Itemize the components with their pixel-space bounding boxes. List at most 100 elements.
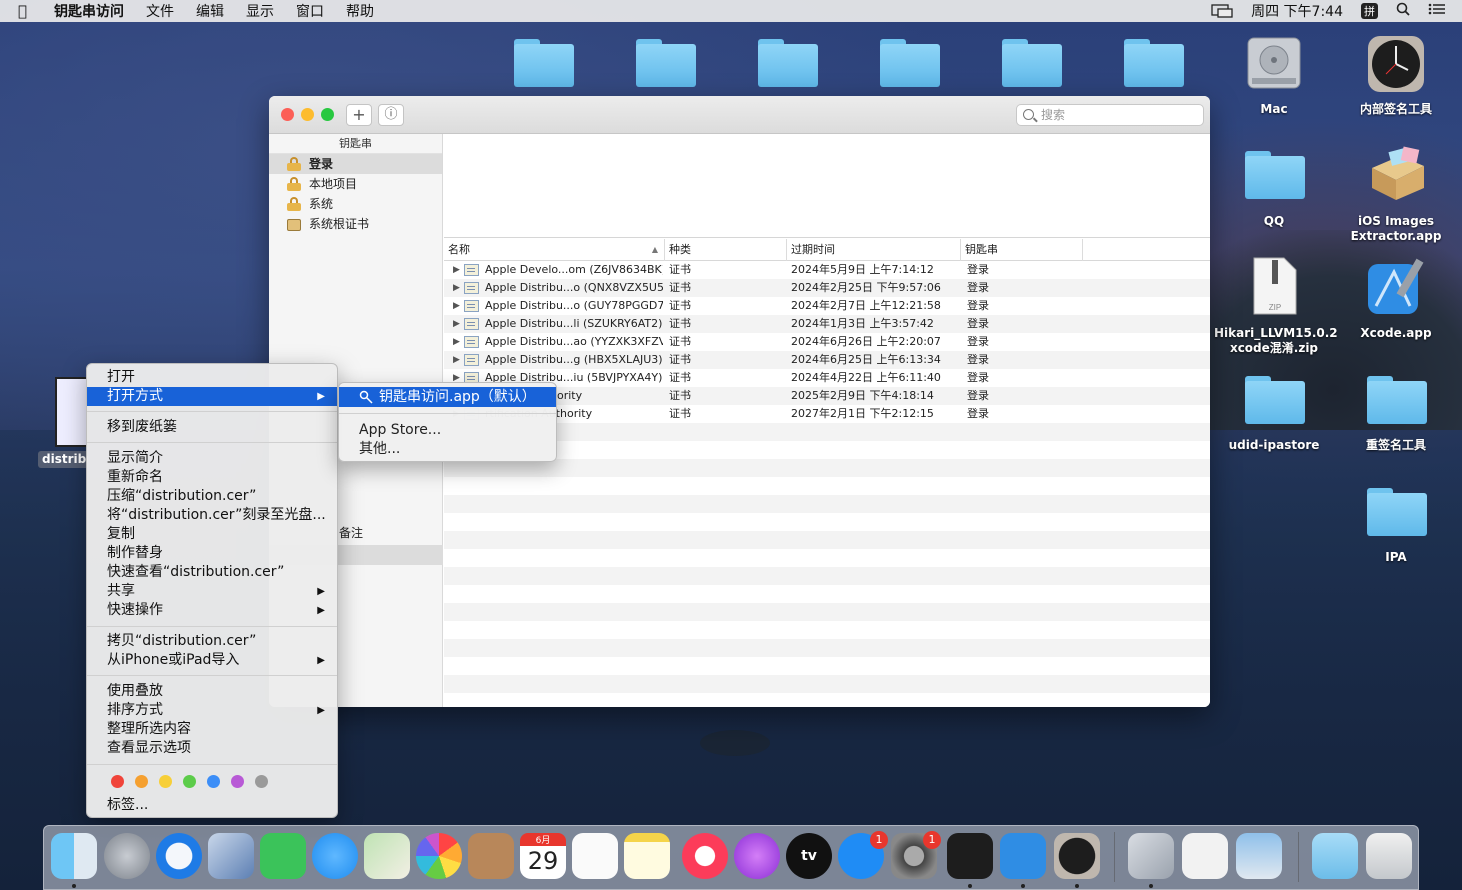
menu-item-rename[interactable]: 重新命名	[87, 468, 337, 487]
menu-item-duplicate[interactable]: 复制	[87, 525, 337, 544]
menubar-clock[interactable]: 周四 下午7:44	[1251, 1, 1343, 21]
menu-item-share[interactable]: 共享 ▶	[87, 582, 337, 601]
menu-item-sort-by[interactable]: 排序方式 ▶	[87, 701, 337, 720]
menu-file[interactable]: 文件	[146, 1, 174, 21]
tag-color-dot[interactable]	[207, 775, 220, 788]
submenu-item-keychain-access[interactable]: 钥匙串访问.app（默认）	[339, 387, 556, 407]
airplay-display-icon[interactable]	[1211, 4, 1233, 18]
cer-file-label[interactable]: distribu	[38, 451, 88, 468]
menu-view[interactable]: 显示	[246, 1, 274, 21]
menu-item-make-alias[interactable]: 制作替身	[87, 544, 337, 563]
menu-item-import-from-iphone[interactable]: 从iPhone或iPad导入 ▶	[87, 651, 337, 670]
tag-color-dot[interactable]	[135, 775, 148, 788]
menu-item-get-info[interactable]: 显示简介	[87, 449, 337, 468]
disclosure-triangle-icon[interactable]: ▶	[453, 297, 460, 315]
add-item-button[interactable]: +	[346, 104, 372, 126]
tag-color-dot[interactable]	[111, 775, 124, 788]
minimize-window-button[interactable]	[301, 108, 314, 121]
sidebar-item-login[interactable]: 登录	[269, 154, 442, 174]
reminders-icon[interactable]	[572, 833, 618, 879]
menu-item-copy[interactable]: 拷贝“distribution.cer”	[87, 632, 337, 651]
music-icon[interactable]	[682, 833, 728, 879]
menu-item-open[interactable]: 打开	[87, 368, 337, 387]
table-row[interactable]: ▶ Apple Distribu...li (SZUKRY6AT2) 证书 2024年…	[444, 315, 1210, 333]
notification-center-icon[interactable]	[1428, 2, 1446, 20]
disclosure-triangle-icon[interactable]: ▶	[453, 351, 460, 369]
desktop-folder-icon[interactable]	[758, 39, 818, 87]
menu-item-show-view-options[interactable]: 查看显示选项	[87, 739, 337, 758]
column-header-name[interactable]: 名称 ▲	[444, 239, 665, 261]
submenu-item-other[interactable]: 其他...	[339, 439, 556, 459]
downloads-stack-icon[interactable]	[1312, 833, 1358, 879]
window-titlebar[interactable]: + ⓘ 搜索	[269, 96, 1210, 134]
table-row[interactable]: ▶ Apple Develo...om (Z6JV8634BK) 证书 2024年5月…	[444, 261, 1210, 279]
column-header-expires[interactable]: 过期时间	[787, 239, 961, 261]
disclosure-triangle-icon[interactable]: ▶	[453, 333, 460, 351]
clock-app-icon[interactable]	[1054, 833, 1100, 879]
tag-color-dot[interactable]	[255, 775, 268, 788]
contacts-icon[interactable]	[468, 833, 514, 879]
finder-icon[interactable]	[51, 833, 97, 879]
messages-icon[interactable]	[312, 833, 358, 879]
disclosure-triangle-icon[interactable]: ▶	[453, 261, 460, 279]
close-window-button[interactable]	[281, 108, 294, 121]
apple-tv-icon[interactable]: tv	[786, 833, 832, 879]
mail-icon[interactable]	[208, 833, 254, 879]
column-header-kind[interactable]: 种类	[665, 239, 787, 261]
tag-color-dot[interactable]	[159, 775, 172, 788]
zoom-window-button[interactable]	[321, 108, 334, 121]
menu-item-clean-up-selection[interactable]: 整理所选内容	[87, 720, 337, 739]
table-row[interactable]: ▶ Apple Distribu...g (HBX5XLAJU3) 证书 2024年6…	[444, 351, 1210, 369]
desktop-folder-icon[interactable]	[1124, 39, 1184, 87]
table-row[interactable]: ▶ Apple Distribu...ao (YYZXK3XFZV) 证书 2024年…	[444, 333, 1210, 351]
sidebar-item-local-items[interactable]: 本地项目	[269, 174, 442, 194]
apple-menu-icon[interactable]: 	[18, 2, 40, 20]
photos-icon[interactable]	[416, 833, 462, 879]
tag-color-dot[interactable]	[183, 775, 196, 788]
menu-item-move-to-trash[interactable]: 移到废纸篓	[87, 418, 337, 437]
sidebar-item-system-roots[interactable]: 系统根证书	[269, 214, 442, 234]
menu-item-open-with[interactable]: 打开方式 ▶	[87, 387, 337, 406]
menu-help[interactable]: 帮助	[346, 1, 374, 21]
table-row[interactable]: ▶rtificate Authority证书2025年2月9日 下午4:18:1…	[444, 387, 1210, 405]
info-button[interactable]: ⓘ	[378, 104, 404, 126]
table-row[interactable]: ▶ Apple Distribu...iu (5BVJPYXA4Y) 证书 2024年…	[444, 369, 1210, 387]
desktop-folder-icon[interactable]	[880, 39, 940, 87]
maps-icon[interactable]	[364, 833, 410, 879]
spotlight-icon[interactable]	[1396, 2, 1410, 20]
notes-icon[interactable]	[624, 833, 670, 879]
input-method-icon[interactable]: 拼	[1361, 3, 1378, 19]
xcode-icon[interactable]	[1000, 833, 1046, 879]
submenu-item-app-store[interactable]: App Store...	[339, 420, 556, 440]
menu-item-use-stacks[interactable]: 使用叠放	[87, 682, 337, 701]
menu-item-tags[interactable]: 标签...	[87, 796, 337, 815]
desktop-folder-icon[interactable]	[636, 39, 696, 87]
menu-item-compress[interactable]: 压缩“distribution.cer”	[87, 487, 337, 506]
calendar-icon[interactable]: 6月 29	[520, 833, 566, 879]
keychain-access-icon[interactable]	[1128, 833, 1174, 879]
table-row[interactable]: ▶ Apple Distribu...o (GUY78PGGD7) 证书 2024年2…	[444, 297, 1210, 315]
disclosure-triangle-icon[interactable]: ▶	[453, 279, 460, 297]
desktop-folder-icon[interactable]	[1002, 39, 1062, 87]
search-field[interactable]: 搜索	[1016, 104, 1204, 126]
trash-icon[interactable]	[1366, 833, 1412, 879]
sidebar-item-system[interactable]: 系统	[269, 194, 442, 214]
preview-icon[interactable]	[1236, 833, 1282, 879]
column-header-keychain[interactable]: 钥匙串	[961, 239, 1083, 261]
podcasts-icon[interactable]	[734, 833, 780, 879]
launchpad-icon[interactable]	[104, 833, 150, 879]
table-row[interactable]: ▶rtification Authority证书2027年2月1日 下午2:12…	[444, 405, 1210, 423]
cer-file-icon[interactable]	[55, 377, 89, 447]
textedit-icon[interactable]	[1182, 833, 1228, 879]
menu-item-quick-actions[interactable]: 快速操作 ▶	[87, 601, 337, 620]
facetime-icon[interactable]	[260, 833, 306, 879]
menu-window[interactable]: 窗口	[296, 1, 324, 21]
disclosure-triangle-icon[interactable]: ▶	[453, 315, 460, 333]
menu-item-burn[interactable]: 将“distribution.cer”刻录至光盘...	[87, 506, 337, 525]
tag-color-dot[interactable]	[231, 775, 244, 788]
menu-app-name[interactable]: 钥匙串访问	[54, 1, 124, 21]
safari-icon[interactable]	[156, 833, 202, 879]
menu-edit[interactable]: 编辑	[196, 1, 224, 21]
menu-item-quick-look[interactable]: 快速查看“distribution.cer”	[87, 563, 337, 582]
terminal-icon[interactable]	[947, 833, 993, 879]
